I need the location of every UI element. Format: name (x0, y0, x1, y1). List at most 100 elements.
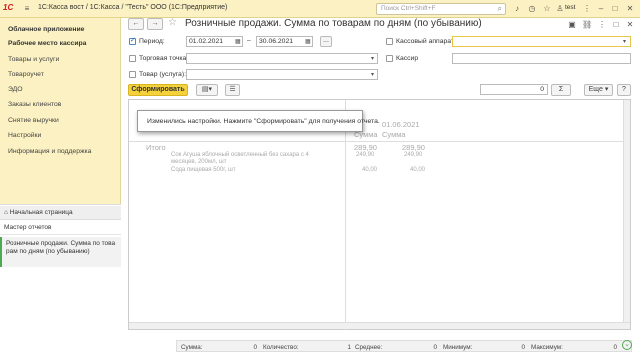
history-icon[interactable]: ◷ (527, 4, 537, 14)
close-icon[interactable]: ✕ (625, 4, 635, 14)
min-label: Минимум: (443, 344, 473, 351)
period-checkbox[interactable] (129, 36, 136, 45)
more-actions-icon[interactable]: ⋮ (597, 20, 607, 30)
report-area[interactable]: ло 01.06.2021 Сумма Сумма Итого 289,90 2… (128, 99, 631, 330)
settings-changed-popup: Изменились настройки. Нажмите "Сформиров… (137, 110, 380, 132)
settings-button[interactable]: ☰ (225, 84, 240, 96)
forward-button[interactable]: → (147, 18, 163, 30)
calendar-icon[interactable]: ▦ (305, 38, 311, 45)
cashier-label: Кассир (396, 55, 419, 62)
help-button[interactable]: ? (617, 84, 631, 96)
back-button[interactable]: ← (128, 18, 144, 30)
period-dash: – (247, 37, 251, 44)
vertical-scrollbar[interactable] (623, 100, 630, 322)
popup-message: Изменились настройки. Нажмите "Сформиров… (147, 118, 380, 125)
search-icon: ⌕ (497, 4, 502, 13)
variant-button[interactable]: ▤▾ (196, 84, 218, 96)
minimize-icon[interactable]: – (596, 4, 606, 14)
outlet-field[interactable] (186, 53, 378, 64)
dropdown-icon[interactable]: ▾ (623, 38, 626, 45)
favorite-star-icon[interactable]: ☆ (168, 17, 177, 28)
title-bar: 1С ≡ 1С:Касса вост / 1С:Касса / "Тесть" … (0, 0, 640, 18)
min-value: 0 (521, 344, 525, 351)
sidebar-item-inventory[interactable]: Товароучет (8, 71, 44, 78)
dropdown-icon[interactable]: ▾ (371, 71, 374, 78)
row-product-name: Сок Агуша яблочный осветленный без сахар… (171, 152, 309, 165)
star-icon[interactable]: ☆ (542, 4, 552, 14)
sum-value: 0 (253, 344, 257, 351)
menu-icon[interactable]: ≡ (22, 4, 32, 14)
more-label: Еще (588, 86, 603, 93)
search-placeholder: Поиск Ctrl+Shift+F (381, 5, 436, 12)
row-value: 40,00 (410, 167, 426, 173)
register-checkbox[interactable] (386, 38, 393, 45)
max-label: Максимум: (531, 344, 563, 351)
settings-icon[interactable]: ⋮ (582, 4, 592, 14)
register-label: Кассовый аппарат: (396, 38, 456, 45)
cashier-field[interactable] (452, 53, 631, 64)
sidebar-item-orders[interactable]: Заказы клиентов (8, 101, 61, 108)
window-title: 1С:Касса вост / 1С:Касса / "Тесть" ООО (… (38, 4, 228, 11)
total-label: Итого (146, 143, 166, 152)
avg-value: 0 (433, 344, 437, 351)
product-checkbox[interactable] (129, 71, 136, 78)
sidebar-item-cashier[interactable]: Рабочее место кассира (8, 40, 86, 47)
total-value: 289,90 (354, 143, 377, 152)
count-value: 1 (347, 344, 351, 351)
open-window-report[interactable]: Розничные продажи. Сумма по това рам по … (0, 237, 121, 267)
period-select-button[interactable]: ... (320, 36, 332, 47)
outlet-label: Торговая точка: (139, 55, 189, 62)
total-value: 289,90 (402, 143, 425, 152)
open-window-home[interactable]: ⌂ Начальная страница (0, 206, 121, 220)
summary-bar: Сумма: 0 Количество: 1 Среднее: 0 Миниму… (176, 340, 632, 352)
register-field[interactable] (452, 36, 631, 47)
more-button[interactable]: Еще ▾ (584, 84, 613, 96)
row-product-name: Сода пищевая 500г, шт (171, 167, 236, 173)
sidebar-item-cloud[interactable]: Облачное приложение (8, 26, 84, 33)
window-maximize-icon[interactable]: □ (611, 20, 621, 30)
counter-field[interactable]: 0 (480, 84, 548, 95)
save-icon[interactable]: ▣ (567, 20, 577, 30)
column-date-header: 01.06.2021 (382, 120, 420, 129)
horizontal-scrollbar[interactable] (129, 322, 630, 329)
row-value: 249,90 (404, 152, 423, 158)
expand-down-icon[interactable]: ⌄ (622, 340, 632, 350)
outlet-checkbox[interactable] (129, 55, 136, 62)
product-field[interactable] (186, 69, 378, 80)
report-variant-icon: ▤▾ (201, 86, 213, 93)
sidebar-item-goods[interactable]: Товары и услуги (8, 56, 59, 63)
period-label: Период: (139, 38, 165, 45)
search-input[interactable]: Поиск Ctrl+Shift+F ⌕ (376, 3, 506, 15)
sum-button[interactable]: Σ (551, 84, 571, 96)
max-value: 0 (613, 344, 617, 351)
row-value: 40,00 (362, 167, 378, 173)
open-window-master[interactable]: Мастер отчетов (0, 221, 121, 235)
user-icon[interactable]: ♙ (555, 4, 565, 14)
count-label: Количество: (263, 344, 299, 351)
cashier-checkbox[interactable] (386, 55, 393, 62)
column-sum-header: Сумма (382, 130, 406, 139)
dropdown-icon[interactable]: ▾ (371, 55, 374, 62)
maximize-icon[interactable]: □ (610, 4, 620, 14)
bell-icon[interactable]: ♪ (512, 4, 522, 14)
row-divider (129, 141, 630, 142)
window-close-icon[interactable]: ✕ (625, 20, 635, 30)
sidebar-item-settings[interactable]: Настройки (8, 132, 41, 139)
sidebar-item-support[interactable]: Информация и поддержка (8, 148, 91, 155)
column-divider (345, 100, 346, 330)
product-label: Товар (услуга): (139, 71, 186, 78)
link-icon[interactable]: ⛓ (582, 20, 592, 30)
app-logo: 1С (3, 3, 14, 12)
open-window-home-label: Начальная страница (9, 209, 73, 216)
calendar-icon[interactable]: ▦ (235, 38, 241, 45)
sum-label: Сумма: (181, 344, 203, 351)
user-name[interactable]: test (565, 4, 575, 11)
sidebar: Облачное приложение Рабочее место кассир… (0, 18, 121, 360)
sidebar-item-edo[interactable]: ЭДО (8, 86, 23, 93)
settings-list-icon: ☰ (229, 86, 236, 93)
avg-label: Среднее: (355, 344, 383, 351)
open-windows-panel: ⌂ Начальная страница Мастер отчетов Розн… (0, 204, 121, 360)
generate-button[interactable]: Сформировать (128, 84, 188, 96)
sidebar-item-revenue[interactable]: Снятие выручки (8, 117, 59, 124)
page-title: Розничные продажи. Сумма по товарам по д… (185, 18, 482, 29)
